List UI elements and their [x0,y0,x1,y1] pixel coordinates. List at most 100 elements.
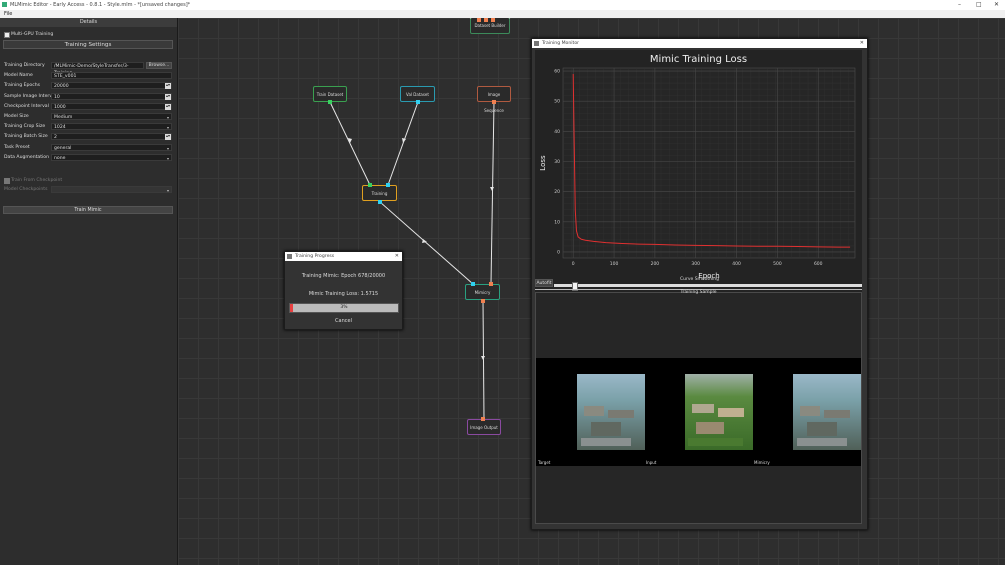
close-button[interactable]: ✕ [994,1,999,8]
train-from-checkpoint-checkbox[interactable] [4,178,10,184]
node-training[interactable]: Training [362,185,397,201]
node-image-output[interactable]: Image Output [467,419,501,435]
node-port[interactable] [491,18,495,22]
field-data-augmentation[interactable]: none ▾ [51,154,172,161]
menu-bar: File [0,10,1005,18]
spinner-icon[interactable]: ▴▾ [165,134,171,140]
dialog-icon [287,254,292,259]
y-tick-label: 20 [554,189,560,195]
node-port[interactable] [481,299,485,303]
y-tick-label: 30 [554,159,560,165]
field-task-preset[interactable]: general ▾ [51,144,172,151]
cancel-button[interactable]: Cancel [285,318,402,324]
menu-file[interactable]: File [4,11,12,17]
y-axis-label: Loss [539,155,547,171]
x-tick-label: 400 [732,261,741,267]
input-image [685,374,753,450]
field-label: Model Size [4,114,29,119]
progress-percent: 3% [340,305,348,310]
monitor-title: Training Monitor [542,41,580,46]
chevron-down-icon: ▾ [166,125,169,130]
node-dataset-builder[interactable]: Dataset Builder [470,18,510,34]
field-value: STE_v001 [54,74,77,79]
mimicry-to-output-link [482,300,485,420]
field-sample-image-interval[interactable]: 10 ▴▾ [51,93,172,100]
node-port[interactable] [386,183,390,187]
field-label: Training Epochs [4,83,41,88]
training-monitor-window: Training Monitor ✕ 0 100 200 300 400 500 600 0 1… [531,38,868,530]
details-header: Details [0,18,177,27]
training-settings-title: Training Settings [3,40,173,49]
spinner-icon[interactable]: ▴▾ [165,94,171,100]
minimize-button[interactable]: – [958,1,961,8]
field-label: Training Crop Size [4,124,46,129]
field-value: 1000 [54,105,66,110]
close-icon[interactable]: ✕ [860,39,864,48]
field-value: 2 [54,135,57,140]
curve-smoothing-slider[interactable] [554,282,862,291]
node-mimicry[interactable]: Mimicry [465,284,500,300]
field-model-name[interactable]: STE_v001 [51,72,172,79]
spinner-icon[interactable]: ▴▾ [165,104,171,110]
node-port[interactable] [471,282,475,286]
spinner-icon[interactable]: ▴▾ [165,83,171,89]
field-training-epochs[interactable]: 20000 ▴▾ [51,82,172,89]
field-training-directory[interactable]: /MLMimic-Demo/StyleTransfer/3-Training [51,62,144,76]
field-checkpoint-interval[interactable]: 1000 ▴▾ [51,103,172,110]
target-image [577,374,645,450]
chevron-down-icon: ▾ [166,115,169,120]
field-model-size[interactable]: Medium ▾ [51,113,172,120]
y-tick-label: 10 [554,219,560,225]
window-title: MLMimic Editor - Early Access - 0.8.1 - … [10,2,191,8]
x-tick-label: 600 [814,261,823,267]
node-port[interactable] [328,100,332,104]
sample-strip: Target Input Mimicry [536,358,861,466]
y-tick-label: 50 [554,99,560,105]
field-label: Data Augmentation [4,155,50,160]
mimicry-label: Mimicry [754,460,770,465]
progress-bar: 3% [289,303,399,313]
node-port[interactable] [492,100,496,104]
train-dataset-link [329,101,371,186]
field-label: Sample Image Interval [4,94,57,99]
sequence-to-mimicry-link [490,101,495,285]
node-port[interactable] [489,282,493,286]
x-tick-label: 500 [773,261,782,267]
loss-chart-svg: 0 100 200 300 400 500 600 0 10 20 30 40 50 60 Mimic Tr… [539,54,856,280]
field-value: 10 [54,95,60,100]
x-tick-label: 0 [572,261,575,267]
field-training-crop-size[interactable]: 1024 ▾ [51,123,172,130]
mimicry-image [793,374,861,450]
train-from-checkpoint-label: Train From Checkpoint [11,178,63,183]
multi-gpu-checkbox[interactable] [4,32,10,38]
input-label: Input [646,460,657,465]
train-mimic-button[interactable]: Train Mimic [3,206,173,214]
field-training-batch-size[interactable]: 2 ▴▾ [51,133,172,140]
y-tick-label: 0 [557,249,560,255]
progress-loss: Mimic Training Loss: 1.5715 [308,291,379,297]
y-tick-label: 40 [554,129,560,135]
window-titlebar: MLMimic Editor - Early Access - 0.8.1 - … [0,0,1005,10]
node-port[interactable] [481,417,485,421]
node-port[interactable] [378,200,382,204]
field-label: Model Name [4,73,33,78]
node-port[interactable] [477,18,481,22]
val-dataset-link [387,101,419,186]
close-icon[interactable]: ✕ [395,252,399,261]
flow-arrow [402,138,406,143]
field-value: general [54,146,72,151]
model-checkpoints-dropdown[interactable]: ▾ [51,186,172,193]
model-checkpoints-label: Model Checkpoints [4,187,48,192]
field-label: Checkpoint Interval [4,104,49,109]
browse-button[interactable]: Browse... [146,62,172,69]
field-value: Medium [54,115,73,120]
chevron-down-icon: ▾ [166,156,169,161]
curve-smoothing-label: Curve Smoothing [679,277,720,282]
node-port[interactable] [484,18,488,22]
x-tick-label: 100 [610,261,619,267]
field-label: Task Preset [4,145,30,150]
field-value: 20000 [54,84,69,89]
node-port[interactable] [368,183,372,187]
maximize-button[interactable]: □ [976,1,982,8]
node-port[interactable] [416,100,420,104]
